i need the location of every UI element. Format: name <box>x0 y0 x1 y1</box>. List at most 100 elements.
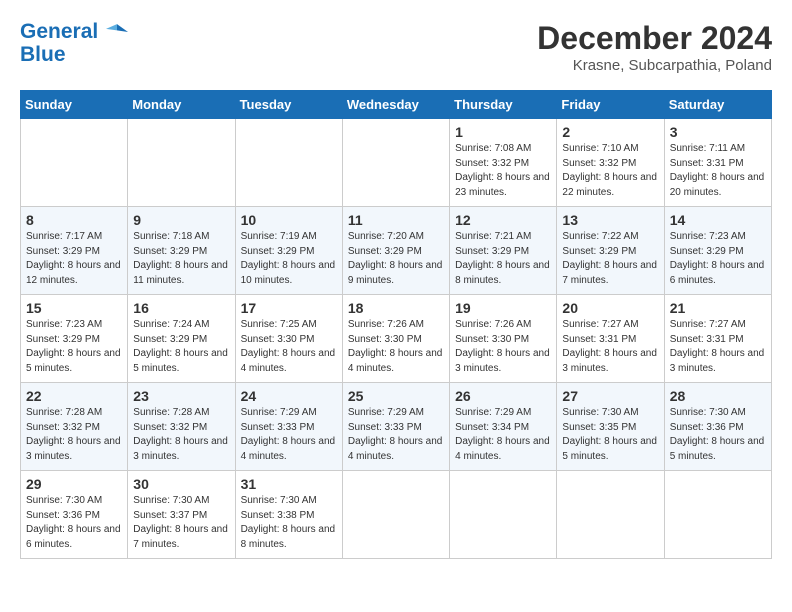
day-number: 19 <box>455 300 551 316</box>
calendar-day-cell: 24 Sunrise: 7:29 AM Sunset: 3:33 PM Dayl… <box>235 383 342 471</box>
day-info: Sunrise: 7:29 AM Sunset: 3:33 PM Dayligh… <box>241 406 337 464</box>
calendar-table: Sunday Monday Tuesday Wednesday Thursday… <box>20 90 772 559</box>
day-number: 13 <box>562 212 658 228</box>
calendar-day-cell: 15 Sunrise: 7:23 AM Sunset: 3:29 PM Dayl… <box>21 295 128 383</box>
day-number: 26 <box>455 388 551 404</box>
day-number: 18 <box>348 300 444 316</box>
day-info: Sunrise: 7:28 AM Sunset: 3:32 PM Dayligh… <box>133 406 229 464</box>
calendar-day-cell: 28 Sunrise: 7:30 AM Sunset: 3:36 PM Dayl… <box>664 383 771 471</box>
day-info: Sunrise: 7:18 AM Sunset: 3:29 PM Dayligh… <box>133 230 229 288</box>
day-info: Sunrise: 7:26 AM Sunset: 3:30 PM Dayligh… <box>455 318 551 376</box>
day-number: 2 <box>562 124 658 140</box>
calendar-day-cell <box>557 471 664 559</box>
page-header: General Blue December 2024 Krasne, Subca… <box>20 20 772 74</box>
calendar-week-row: 8 Sunrise: 7:17 AM Sunset: 3:29 PM Dayli… <box>21 207 772 295</box>
day-info: Sunrise: 7:20 AM Sunset: 3:29 PM Dayligh… <box>348 230 444 288</box>
day-info: Sunrise: 7:26 AM Sunset: 3:30 PM Dayligh… <box>348 318 444 376</box>
day-number: 24 <box>241 388 337 404</box>
calendar-day-cell: 29 Sunrise: 7:30 AM Sunset: 3:36 PM Dayl… <box>21 471 128 559</box>
day-number: 29 <box>26 476 122 492</box>
day-info: Sunrise: 7:29 AM Sunset: 3:34 PM Dayligh… <box>455 406 551 464</box>
day-number: 23 <box>133 388 229 404</box>
day-number: 1 <box>455 124 551 140</box>
calendar-day-cell <box>450 471 557 559</box>
calendar-day-cell <box>21 119 128 207</box>
weekday-header-row: Sunday Monday Tuesday Wednesday Thursday… <box>21 91 772 119</box>
calendar-week-row: 29 Sunrise: 7:30 AM Sunset: 3:36 PM Dayl… <box>21 471 772 559</box>
day-info: Sunrise: 7:30 AM Sunset: 3:37 PM Dayligh… <box>133 494 229 552</box>
day-number: 28 <box>670 388 766 404</box>
day-info: Sunrise: 7:25 AM Sunset: 3:30 PM Dayligh… <box>241 318 337 376</box>
day-number: 8 <box>26 212 122 228</box>
day-info: Sunrise: 7:21 AM Sunset: 3:29 PM Dayligh… <box>455 230 551 288</box>
logo-bird-icon <box>106 21 128 43</box>
calendar-day-cell: 30 Sunrise: 7:30 AM Sunset: 3:37 PM Dayl… <box>128 471 235 559</box>
calendar-day-cell: 1 Sunrise: 7:08 AM Sunset: 3:32 PM Dayli… <box>450 119 557 207</box>
calendar-day-cell <box>664 471 771 559</box>
day-info: Sunrise: 7:23 AM Sunset: 3:29 PM Dayligh… <box>670 230 766 288</box>
day-info: Sunrise: 7:19 AM Sunset: 3:29 PM Dayligh… <box>241 230 337 288</box>
header-wednesday: Wednesday <box>342 91 449 119</box>
calendar-day-cell: 13 Sunrise: 7:22 AM Sunset: 3:29 PM Dayl… <box>557 207 664 295</box>
day-info: Sunrise: 7:28 AM Sunset: 3:32 PM Dayligh… <box>26 406 122 464</box>
calendar-day-cell: 18 Sunrise: 7:26 AM Sunset: 3:30 PM Dayl… <box>342 295 449 383</box>
calendar-day-cell <box>342 119 449 207</box>
calendar-day-cell: 14 Sunrise: 7:23 AM Sunset: 3:29 PM Dayl… <box>664 207 771 295</box>
day-info: Sunrise: 7:29 AM Sunset: 3:33 PM Dayligh… <box>348 406 444 464</box>
calendar-week-row: 22 Sunrise: 7:28 AM Sunset: 3:32 PM Dayl… <box>21 383 772 471</box>
calendar-day-cell: 16 Sunrise: 7:24 AM Sunset: 3:29 PM Dayl… <box>128 295 235 383</box>
calendar-day-cell: 21 Sunrise: 7:27 AM Sunset: 3:31 PM Dayl… <box>664 295 771 383</box>
calendar-day-cell: 27 Sunrise: 7:30 AM Sunset: 3:35 PM Dayl… <box>557 383 664 471</box>
calendar-day-cell: 17 Sunrise: 7:25 AM Sunset: 3:30 PM Dayl… <box>235 295 342 383</box>
day-number: 9 <box>133 212 229 228</box>
logo: General Blue <box>20 20 128 67</box>
calendar-day-cell: 10 Sunrise: 7:19 AM Sunset: 3:29 PM Dayl… <box>235 207 342 295</box>
calendar-title-area: December 2024 Krasne, Subcarpathia, Pola… <box>537 20 772 74</box>
calendar-day-cell: 2 Sunrise: 7:10 AM Sunset: 3:32 PM Dayli… <box>557 119 664 207</box>
day-number: 10 <box>241 212 337 228</box>
day-info: Sunrise: 7:23 AM Sunset: 3:29 PM Dayligh… <box>26 318 122 376</box>
calendar-day-cell <box>128 119 235 207</box>
calendar-day-cell: 3 Sunrise: 7:11 AM Sunset: 3:31 PM Dayli… <box>664 119 771 207</box>
day-info: Sunrise: 7:17 AM Sunset: 3:29 PM Dayligh… <box>26 230 122 288</box>
header-thursday: Thursday <box>450 91 557 119</box>
day-info: Sunrise: 7:27 AM Sunset: 3:31 PM Dayligh… <box>562 318 658 376</box>
logo-blue: Blue <box>20 43 128 66</box>
header-friday: Friday <box>557 91 664 119</box>
location-title: Krasne, Subcarpathia, Poland <box>537 57 772 74</box>
day-info: Sunrise: 7:27 AM Sunset: 3:31 PM Dayligh… <box>670 318 766 376</box>
day-number: 21 <box>670 300 766 316</box>
day-number: 15 <box>26 300 122 316</box>
day-number: 22 <box>26 388 122 404</box>
day-info: Sunrise: 7:30 AM Sunset: 3:36 PM Dayligh… <box>670 406 766 464</box>
calendar-day-cell: 8 Sunrise: 7:17 AM Sunset: 3:29 PM Dayli… <box>21 207 128 295</box>
calendar-day-cell: 22 Sunrise: 7:28 AM Sunset: 3:32 PM Dayl… <box>21 383 128 471</box>
header-tuesday: Tuesday <box>235 91 342 119</box>
calendar-day-cell: 12 Sunrise: 7:21 AM Sunset: 3:29 PM Dayl… <box>450 207 557 295</box>
calendar-day-cell <box>342 471 449 559</box>
calendar-week-row: 15 Sunrise: 7:23 AM Sunset: 3:29 PM Dayl… <box>21 295 772 383</box>
logo-general: General <box>20 20 98 43</box>
day-number: 25 <box>348 388 444 404</box>
calendar-day-cell: 25 Sunrise: 7:29 AM Sunset: 3:33 PM Dayl… <box>342 383 449 471</box>
day-info: Sunrise: 7:30 AM Sunset: 3:36 PM Dayligh… <box>26 494 122 552</box>
day-info: Sunrise: 7:11 AM Sunset: 3:31 PM Dayligh… <box>670 142 766 200</box>
day-info: Sunrise: 7:22 AM Sunset: 3:29 PM Dayligh… <box>562 230 658 288</box>
header-sunday: Sunday <box>21 91 128 119</box>
calendar-day-cell: 11 Sunrise: 7:20 AM Sunset: 3:29 PM Dayl… <box>342 207 449 295</box>
day-number: 12 <box>455 212 551 228</box>
calendar-day-cell <box>235 119 342 207</box>
day-number: 16 <box>133 300 229 316</box>
calendar-day-cell: 31 Sunrise: 7:30 AM Sunset: 3:38 PM Dayl… <box>235 471 342 559</box>
month-title: December 2024 <box>537 20 772 57</box>
day-number: 3 <box>670 124 766 140</box>
day-number: 20 <box>562 300 658 316</box>
calendar-day-cell: 19 Sunrise: 7:26 AM Sunset: 3:30 PM Dayl… <box>450 295 557 383</box>
header-monday: Monday <box>128 91 235 119</box>
day-number: 11 <box>348 212 444 228</box>
calendar-day-cell: 23 Sunrise: 7:28 AM Sunset: 3:32 PM Dayl… <box>128 383 235 471</box>
calendar-day-cell: 26 Sunrise: 7:29 AM Sunset: 3:34 PM Dayl… <box>450 383 557 471</box>
day-number: 31 <box>241 476 337 492</box>
day-info: Sunrise: 7:30 AM Sunset: 3:38 PM Dayligh… <box>241 494 337 552</box>
day-info: Sunrise: 7:24 AM Sunset: 3:29 PM Dayligh… <box>133 318 229 376</box>
